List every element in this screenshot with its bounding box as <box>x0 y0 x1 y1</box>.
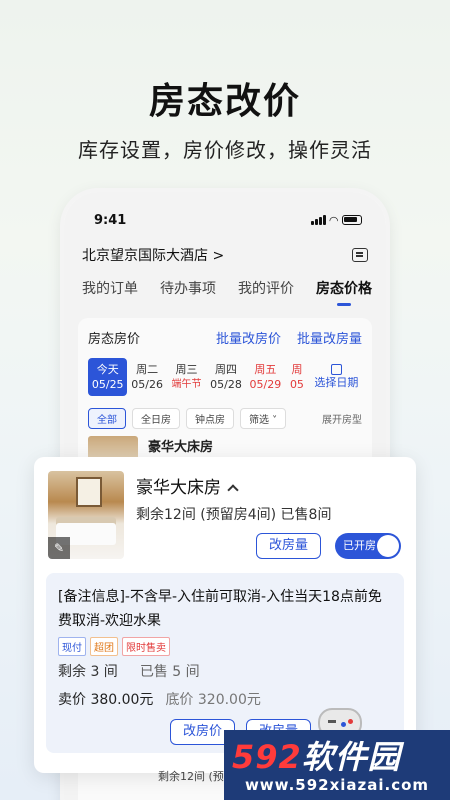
watermark-logo: 592软件园 <box>232 732 401 778</box>
change-rooms-button[interactable]: 改房量 <box>256 533 322 559</box>
date-cell[interactable]: 周 05 <box>285 358 309 396</box>
rate-availability: 剩余 3 间 已售 5 间 <box>58 661 200 681</box>
tab-bar: 我的订单 待办事项 我的评价 房态价格 <box>82 278 372 306</box>
date-cell[interactable]: 周三 端午节 <box>167 358 206 396</box>
sell-price: 卖价 380.00元 <box>58 692 154 708</box>
next-room-peek: 剩余12间 (预留 <box>88 768 235 784</box>
open-room-toggle[interactable]: 已开房 <box>335 533 401 559</box>
filter-full-day[interactable]: 全日房 <box>132 407 180 429</box>
tag-group: 超团 <box>90 637 118 656</box>
date-cell[interactable]: 周四 05/28 <box>206 358 245 396</box>
chevron-up-icon <box>227 484 239 496</box>
signal-icon <box>310 215 326 225</box>
rate-remain: 剩余 3 间 <box>58 664 118 680</box>
date-cell[interactable]: 周二 05/26 <box>127 358 166 396</box>
expand-room-types[interactable]: 展开房型 <box>322 411 362 426</box>
tab-orders[interactable]: 我的订单 <box>82 278 138 304</box>
date-day: 周四 <box>214 363 237 376</box>
message-icon[interactable] <box>352 248 368 262</box>
date-cell[interactable]: 今天 05/25 <box>88 358 128 396</box>
edit-photo-icon[interactable]: ✎ <box>48 537 70 559</box>
panel-header: 房态房价 批量改房价 批量改房量 <box>88 328 362 347</box>
room-stock: 剩余12间 (预留房4间) 已售8间 <box>136 507 332 523</box>
date-strip: 今天 05/25 周二 05/26 周三 端午节 周四 05/28 周五 05/… <box>88 358 364 396</box>
status-icons: ◠ <box>310 213 362 227</box>
batch-rooms-link[interactable]: 批量改房量 <box>297 328 362 347</box>
room-photo[interactable]: ✎ <box>48 471 124 559</box>
calendar-icon <box>330 364 342 375</box>
filter-hourly[interactable]: 钟点房 <box>186 407 234 429</box>
rate-sold: 已售 5 间 <box>139 664 200 680</box>
date-day: 周五 <box>254 363 277 376</box>
date-day: 周三 <box>175 363 198 376</box>
filter-all[interactable]: 全部 <box>88 407 126 429</box>
watermark-num: 592 <box>232 738 302 776</box>
tag-pay-now: 现付 <box>58 637 86 656</box>
date-value: 05/25 <box>91 378 124 391</box>
rate-tags: 现付 超团 限时售卖 <box>58 637 170 656</box>
hotel-selector[interactable]: 北京望京国际大酒店 > <box>82 245 224 265</box>
hero-subtitle: 库存设置，房价修改，操作灵活 <box>78 138 372 162</box>
wifi-icon: ◠ <box>329 213 338 227</box>
date-value: 05/28 <box>210 378 242 391</box>
photo-window <box>76 477 102 507</box>
status-bar: 9:41 ◠ <box>94 210 362 230</box>
date-day: 周 <box>291 363 303 376</box>
tag-limited: 限时售卖 <box>122 637 170 656</box>
rate-price: 卖价 380.00元 底价 320.00元 <box>58 689 261 709</box>
tab-todo[interactable]: 待办事项 <box>160 278 216 304</box>
date-value: 05/29 <box>249 378 282 391</box>
toggle-knob <box>377 535 399 557</box>
status-time: 9:41 <box>94 212 127 228</box>
date-cell[interactable]: 周五 05/29 <box>246 358 285 396</box>
pick-date-label: 选择日期 <box>314 376 359 389</box>
pick-date-button[interactable]: 选择日期 <box>309 358 364 396</box>
watermark-text: 软件园 <box>301 738 401 776</box>
rate-note: [备注信息]-不含早-入住前可取消-入住当天18点前免费取消-欢迎水果 <box>58 589 382 629</box>
panel-title: 房态房价 <box>88 332 141 347</box>
hero-title: 房态改价 <box>148 81 301 122</box>
tab-reviews[interactable]: 我的评价 <box>238 278 294 304</box>
room-name-text: 豪华大床房 <box>136 478 221 498</box>
date-value: 05/26 <box>131 378 163 391</box>
date-day: 周二 <box>136 363 159 376</box>
tab-room-price[interactable]: 房态价格 <box>316 278 372 306</box>
room-name[interactable]: 豪华大床房 <box>136 473 239 498</box>
watermark-url: www.592xiazai.com <box>244 776 430 794</box>
battery-icon <box>342 215 362 225</box>
date-value: 05 <box>289 378 304 391</box>
floor-price: 底价 320.00元 <box>165 692 261 708</box>
holiday-label: 端午节 <box>171 379 202 390</box>
batch-price-link[interactable]: 批量改房价 <box>216 328 281 347</box>
toggle-label: 已开房 <box>343 539 376 552</box>
watermark: 592软件园 www.592xiazai.com <box>224 730 450 800</box>
filter-row: 全部 全日房 钟点房 筛选 ˅ 展开房型 <box>88 407 362 429</box>
hotel-header: 北京望京国际大酒店 > <box>82 244 368 266</box>
date-day: 今天 <box>96 363 119 376</box>
filter-dropdown-label: 筛选 <box>249 414 269 426</box>
filter-dropdown[interactable]: 筛选 ˅ <box>240 407 287 429</box>
